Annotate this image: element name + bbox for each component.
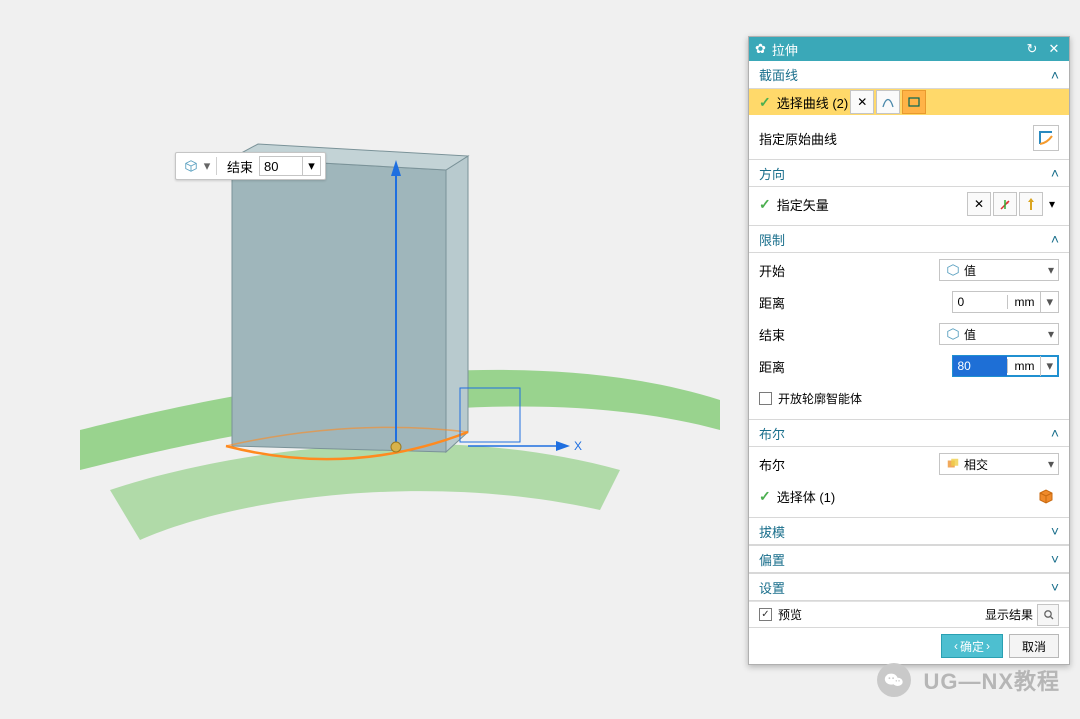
- feature-dropdown[interactable]: ▾: [202, 155, 212, 177]
- inferred-vector-icon[interactable]: [1019, 192, 1043, 216]
- select-body-label: 选择体 (1): [777, 487, 844, 506]
- start-type-dropdown[interactable]: 值 ▾: [939, 259, 1059, 281]
- clear-vector-icon[interactable]: ✕: [967, 192, 991, 216]
- select-curve-row[interactable]: ✓ 选择曲线 (2) ✕: [749, 89, 1069, 115]
- show-result-label: 显示结果: [985, 606, 1033, 623]
- select-body-icon[interactable]: [1033, 483, 1059, 509]
- svg-text:X: X: [574, 439, 582, 453]
- gear-icon: ✿: [755, 41, 766, 57]
- chevron-down-icon: ˅: [1051, 551, 1059, 567]
- start-dist-label: 距离: [759, 293, 793, 312]
- check-icon: ✓: [759, 196, 771, 213]
- open-contour-checkbox[interactable]: 开放轮廓智能体: [759, 390, 862, 407]
- vector-dropdown[interactable]: ▾: [1045, 192, 1059, 216]
- section-header-settings[interactable]: 设置 ˅: [749, 573, 1069, 601]
- chevron-down-icon: ˅: [1051, 523, 1059, 539]
- wechat-icon: [877, 663, 911, 697]
- clear-selection-icon[interactable]: ✕: [850, 90, 874, 114]
- vector-constructor-icon[interactable]: [993, 192, 1017, 216]
- bool-dropdown[interactable]: 相交 ▾: [939, 453, 1059, 475]
- panel-footer: ‹确定› 取消: [749, 627, 1069, 664]
- chevron-up-icon: ˄: [1051, 165, 1059, 181]
- end-type-dropdown[interactable]: 值 ▾: [939, 323, 1059, 345]
- start-distance-input[interactable]: mm ▾: [952, 291, 1059, 313]
- specify-orig-label: 指定原始曲线: [759, 129, 845, 148]
- feature-icon[interactable]: [181, 156, 201, 176]
- watermark-text: UG—NX教程: [923, 664, 1060, 696]
- extrude-panel: ✿ 拉伸 ↻ ✕ 截面线 ˄ ✓ 选择曲线 (2) ✕ 指定原始曲线: [748, 36, 1070, 665]
- panel-title: 拉伸: [772, 40, 798, 59]
- cancel-button[interactable]: 取消: [1009, 634, 1059, 658]
- section-header-limit[interactable]: 限制 ˄: [749, 225, 1069, 253]
- chevron-up-icon: ˄: [1051, 425, 1059, 441]
- check-icon: ✓: [759, 94, 771, 111]
- section-header-bool[interactable]: 布尔 ˄: [749, 419, 1069, 447]
- sketch-section-icon[interactable]: [902, 90, 926, 114]
- specify-vector-label: 指定矢量: [777, 195, 837, 214]
- section-header-direction[interactable]: 方向 ˄: [749, 159, 1069, 187]
- start-label: 开始: [759, 261, 793, 280]
- end-value-input[interactable]: [259, 156, 303, 176]
- check-icon: ✓: [759, 488, 771, 505]
- end-label: 结束: [759, 325, 793, 344]
- show-result-button[interactable]: [1037, 604, 1059, 626]
- close-icon[interactable]: ✕: [1045, 40, 1063, 58]
- preview-checkbox[interactable]: 预览: [759, 606, 802, 623]
- section-header-curve[interactable]: 截面线 ˄: [749, 61, 1069, 89]
- end-distance-input[interactable]: mm ▾: [952, 355, 1059, 377]
- ok-button[interactable]: ‹确定›: [941, 634, 1003, 658]
- section-header-offset[interactable]: 偏置 ˅: [749, 545, 1069, 573]
- floating-toolbar: ▾ 结束 ▾: [175, 152, 326, 180]
- section-header-draft[interactable]: 拔模 ˅: [749, 517, 1069, 545]
- chevron-up-icon: ˄: [1051, 67, 1059, 83]
- curve-rule-icon[interactable]: [876, 90, 900, 114]
- select-curve-label: 选择曲线 (2): [777, 93, 849, 112]
- panel-titlebar[interactable]: ✿ 拉伸 ↻ ✕: [749, 37, 1069, 61]
- end-value-dropdown[interactable]: ▾: [303, 156, 321, 176]
- chevron-down-icon: ˅: [1051, 579, 1059, 595]
- watermark: UG—NX教程: [877, 663, 1060, 697]
- end-dist-label: 距离: [759, 357, 793, 376]
- bool-label: 布尔: [759, 455, 793, 474]
- reset-icon[interactable]: ↻: [1023, 40, 1041, 58]
- end-label: 结束: [221, 155, 259, 177]
- chevron-up-icon: ˄: [1051, 231, 1059, 247]
- specify-orig-icon[interactable]: [1033, 125, 1059, 151]
